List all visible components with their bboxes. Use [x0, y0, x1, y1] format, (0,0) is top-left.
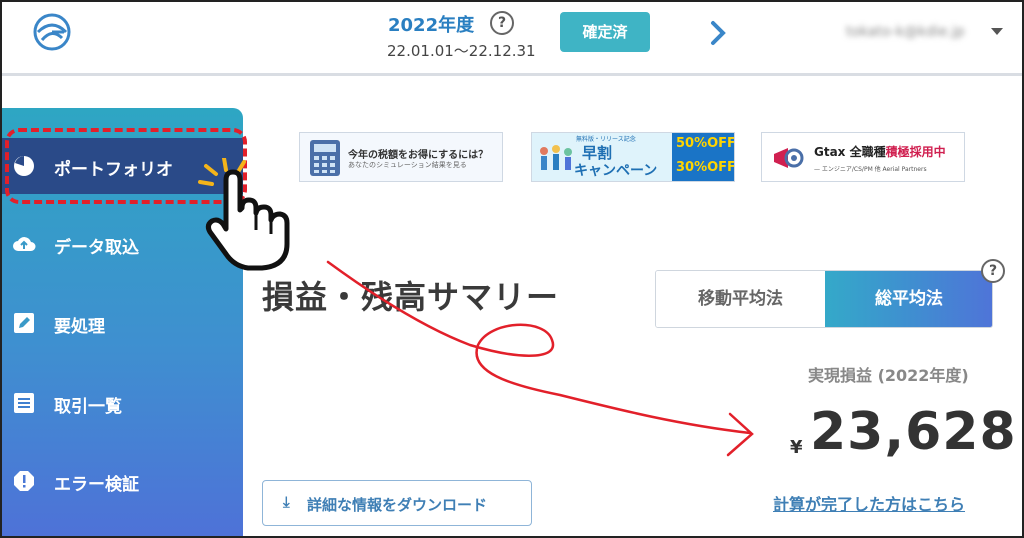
banner-subtitle: — エンジニア/CS/PM 他 Aerial Partners — [814, 166, 927, 173]
sidebar-item-label: 取引一覧 — [54, 397, 122, 417]
alert-icon — [14, 471, 34, 491]
year-help-icon[interactable]: ? — [490, 11, 514, 35]
realized-pl-value: 23,628 — [810, 402, 1017, 462]
realized-pl-label: 実現損益 (2022年度) — [808, 366, 969, 385]
early-discount-banner[interactable]: 無料版・リリース記念 早割 キャンペーン 50%OFF! 30%OFF! — [531, 132, 735, 182]
caret-down-icon[interactable] — [991, 28, 1003, 35]
sidebar-item-transactions[interactable]: 取引一覧 — [0, 375, 243, 431]
sidebar-item-todo[interactable]: 要処理 — [0, 295, 243, 351]
confirmed-button[interactable]: 確定済 — [560, 12, 650, 52]
sidebar-item-label: 要処理 — [54, 317, 105, 337]
download-icon: ⤓ — [283, 493, 290, 511]
method-help-icon[interactable]: ? — [981, 259, 1005, 283]
list-icon — [14, 393, 34, 413]
total-average-tab[interactable]: 総平均法 — [825, 271, 992, 327]
banner-title: 今年の税額をお得にするには？ — [348, 150, 489, 161]
discount-30: 30%OFF! — [676, 160, 734, 175]
chevron-right-icon[interactable] — [708, 20, 728, 46]
sidebar-item-label: データ取込 — [54, 238, 139, 258]
sidebar-item-label: エラー検証 — [54, 475, 139, 495]
megaphone-icon — [774, 148, 804, 168]
cloud-upload-icon — [13, 237, 36, 251]
currency-symbol: ¥ — [790, 437, 803, 458]
discount-50: 50%OFF! — [676, 136, 734, 151]
tax-simulation-banner[interactable]: 今年の税額をお得にするには？ あなたのシミュレーション結果を見る — [299, 132, 503, 182]
fiscal-period: 22.01.01〜22.12.31 — [387, 42, 536, 60]
page-title: 損益・残高サマリー — [262, 278, 560, 316]
app-logo-icon[interactable] — [30, 10, 74, 54]
recruiting-banner[interactable]: Gtax 全職種積極採用中 — エンジニア/CS/PM 他 Aerial Par… — [761, 132, 965, 182]
fiscal-year-label[interactable]: 2022年度 — [388, 11, 474, 37]
banner-title: Gtax 全職種積極採用中 — [814, 145, 946, 159]
sidebar-item-errors[interactable]: エラー検証 — [0, 453, 243, 509]
account-email[interactable]: tokato-k@kdie.jp — [846, 24, 965, 40]
download-button-label: 詳細な情報をダウンロード — [307, 496, 488, 514]
calc-complete-link[interactable]: 計算が完了した方はこちら — [773, 491, 965, 515]
banner-line2: キャンペーン — [574, 163, 658, 179]
discount-box: 50%OFF! 30%OFF! — [672, 133, 734, 181]
moving-average-tab[interactable]: 移動平均法 — [656, 271, 825, 327]
banner-subtitle: あなたのシミュレーション結果を見る — [348, 161, 467, 169]
top-header: 2022年度 ? 22.01.01〜22.12.31 確定済 tokato-k@… — [0, 0, 1024, 76]
download-details-button[interactable]: ⤓ 詳細な情報をダウンロード — [262, 480, 532, 526]
edit-icon — [14, 313, 34, 333]
pointing-hand-icon — [198, 158, 290, 271]
method-toggle: 移動平均法 総平均法 — [655, 270, 993, 328]
people-illustration-icon — [540, 145, 572, 170]
